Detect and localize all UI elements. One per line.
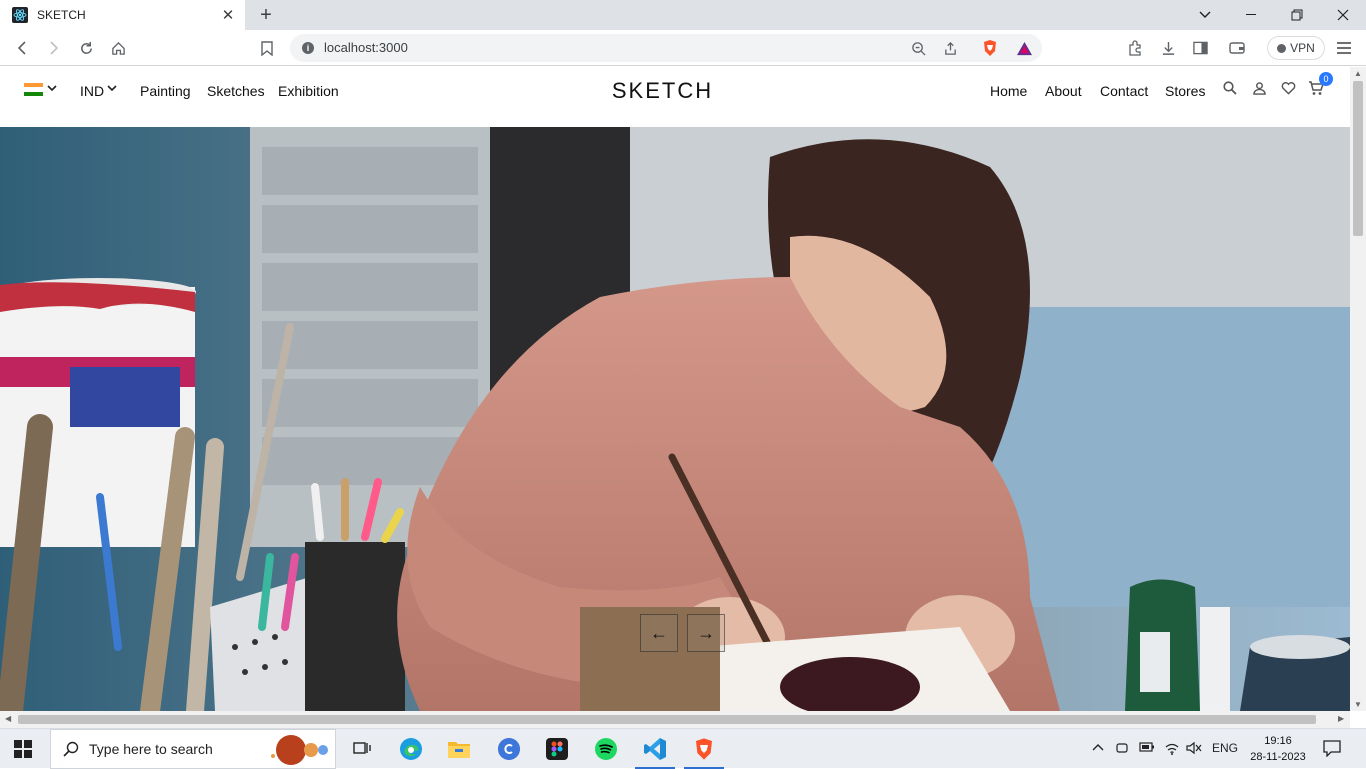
vertical-scrollbar[interactable]: ▲ ▼	[1350, 67, 1366, 711]
prev-slide-button[interactable]: ←	[640, 614, 678, 652]
arrow-left-icon: ←	[650, 622, 668, 643]
spotify-icon[interactable]	[592, 735, 620, 763]
minimize-button[interactable]	[1228, 0, 1274, 30]
scroll-left-icon[interactable]: ◀	[5, 714, 11, 723]
address-url[interactable]: localhost:3000	[324, 40, 408, 55]
site-header: IND Painting Sketches Exhibition SKETCH …	[0, 67, 1350, 127]
page-viewport: IND Painting Sketches Exhibition SKETCH …	[0, 67, 1350, 711]
cart-count-badge: 0	[1319, 72, 1333, 86]
figma-icon[interactable]	[543, 735, 571, 763]
input-language[interactable]: ENG	[1212, 741, 1238, 755]
tab-close-icon[interactable]: ✕	[219, 6, 237, 24]
menu-icon[interactable]	[1332, 36, 1356, 60]
new-tab-button[interactable]: +	[254, 3, 278, 27]
vscode-icon[interactable]	[635, 735, 675, 769]
notifications-icon[interactable]	[1322, 739, 1344, 759]
site-info-icon[interactable]: i	[302, 42, 314, 54]
address-bar[interactable]: i localhost:3000	[290, 34, 1042, 62]
brave-rewards-icon[interactable]	[1012, 36, 1036, 60]
nav-link-home[interactable]: Home	[990, 83, 1027, 99]
next-slide-button[interactable]: →	[687, 614, 725, 652]
brave-icon[interactable]	[684, 735, 724, 769]
back-icon[interactable]	[10, 36, 34, 60]
windows-start-icon[interactable]	[14, 740, 32, 758]
download-icon[interactable]	[1156, 36, 1180, 60]
extensions-icon[interactable]	[1123, 36, 1147, 60]
wifi-icon[interactable]	[1164, 741, 1180, 758]
nav-link-stores[interactable]: Stores	[1165, 83, 1205, 99]
show-hidden-icons-chevron-icon[interactable]	[1092, 740, 1104, 754]
vertical-scroll-thumb[interactable]	[1353, 81, 1363, 236]
vpn-label: VPN	[1290, 41, 1315, 55]
vpn-status-icon	[1277, 43, 1287, 53]
brave-shields-icon[interactable]	[978, 36, 1002, 60]
wallet-icon[interactable]	[1225, 36, 1249, 60]
windows-taskbar: Type here to search ENG 19:16 28-11-2023	[0, 728, 1366, 769]
horizontal-scroll-thumb[interactable]	[18, 715, 1316, 724]
close-window-button[interactable]	[1320, 0, 1366, 30]
bookmark-icon[interactable]	[255, 36, 279, 60]
scroll-up-icon[interactable]: ▲	[1354, 69, 1362, 78]
search-highlight-planets-icon	[271, 735, 328, 765]
task-view-icon[interactable]	[348, 735, 376, 763]
scroll-right-icon[interactable]: ▶	[1338, 714, 1344, 723]
horizontal-scrollbar[interactable]: ◀ ▶	[0, 711, 1350, 728]
volume-muted-icon[interactable]	[1186, 741, 1202, 758]
taskbar-clock[interactable]: 19:16 28-11-2023	[1240, 733, 1316, 765]
tab-title: SKETCH	[37, 8, 86, 22]
edge-icon[interactable]	[397, 735, 425, 763]
user-icon[interactable]	[1250, 79, 1268, 97]
clock-time: 19:16	[1264, 735, 1292, 747]
browser-toolbar: i localhost:3000 VPN	[0, 30, 1366, 66]
sidebar-icon[interactable]	[1188, 36, 1212, 60]
nav-link-contact[interactable]: Contact	[1100, 83, 1148, 99]
zoom-icon[interactable]	[906, 36, 930, 60]
canva-icon[interactable]	[495, 735, 523, 763]
taskbar-search-icon	[63, 741, 79, 757]
clock-date: 28-11-2023	[1250, 751, 1306, 763]
arrow-right-icon: →	[697, 622, 715, 643]
taskbar-search-box[interactable]: Type here to search	[50, 729, 336, 769]
restore-button[interactable]	[1274, 0, 1320, 30]
scroll-down-icon[interactable]: ▼	[1354, 700, 1362, 709]
browser-tab[interactable]: SKETCH ✕	[0, 0, 245, 30]
browser-tabstrip: SKETCH ✕ +	[0, 0, 1366, 30]
share-icon[interactable]	[938, 36, 962, 60]
meet-now-icon[interactable]	[1115, 741, 1129, 758]
react-favicon-icon	[12, 7, 28, 23]
file-explorer-icon[interactable]	[445, 735, 473, 763]
hero-slider: ← →	[0, 127, 1350, 711]
reload-icon[interactable]	[74, 36, 98, 60]
tab-search-chevron-icon[interactable]	[1182, 0, 1228, 30]
taskbar-search-placeholder: Type here to search	[89, 741, 213, 757]
search-icon[interactable]	[1221, 79, 1239, 97]
heart-icon[interactable]	[1279, 79, 1297, 97]
forward-icon[interactable]	[42, 36, 66, 60]
vpn-button[interactable]: VPN	[1267, 36, 1325, 60]
battery-icon[interactable]	[1139, 741, 1155, 756]
nav-link-about[interactable]: About	[1045, 83, 1082, 99]
home-icon[interactable]	[106, 36, 130, 60]
